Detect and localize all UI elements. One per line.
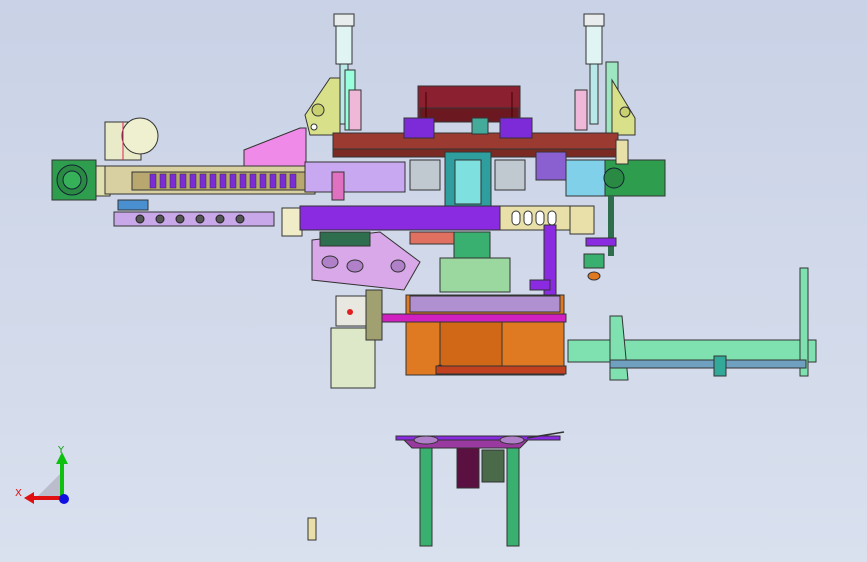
cad-viewport[interactable]: Y X [0,0,867,562]
lower-left-rail [113,199,275,227]
left-cam-wheel [104,117,159,161]
pink-wedge [243,127,307,167]
y-axis-label: Y [57,445,65,456]
right-extension-arm [567,267,817,381]
z-axis-dot [59,494,69,504]
assembly-drawing[interactable]: Y X [0,0,867,562]
small-pin [307,517,317,541]
lower-floating-assembly [395,431,565,547]
center-column [409,151,567,213]
left-canister [330,289,383,389]
right-bracket [574,78,636,136]
top-housing [417,85,521,123]
left-linear-module [104,165,316,195]
view-triad[interactable]: Y X [15,445,69,504]
purple-arm-right [529,224,557,306]
x-axis-label: X [15,488,22,499]
red-block [409,231,457,245]
lavender-plate [304,161,406,201]
left-servo-motor [51,159,111,201]
magenta-shaft [375,295,567,323]
